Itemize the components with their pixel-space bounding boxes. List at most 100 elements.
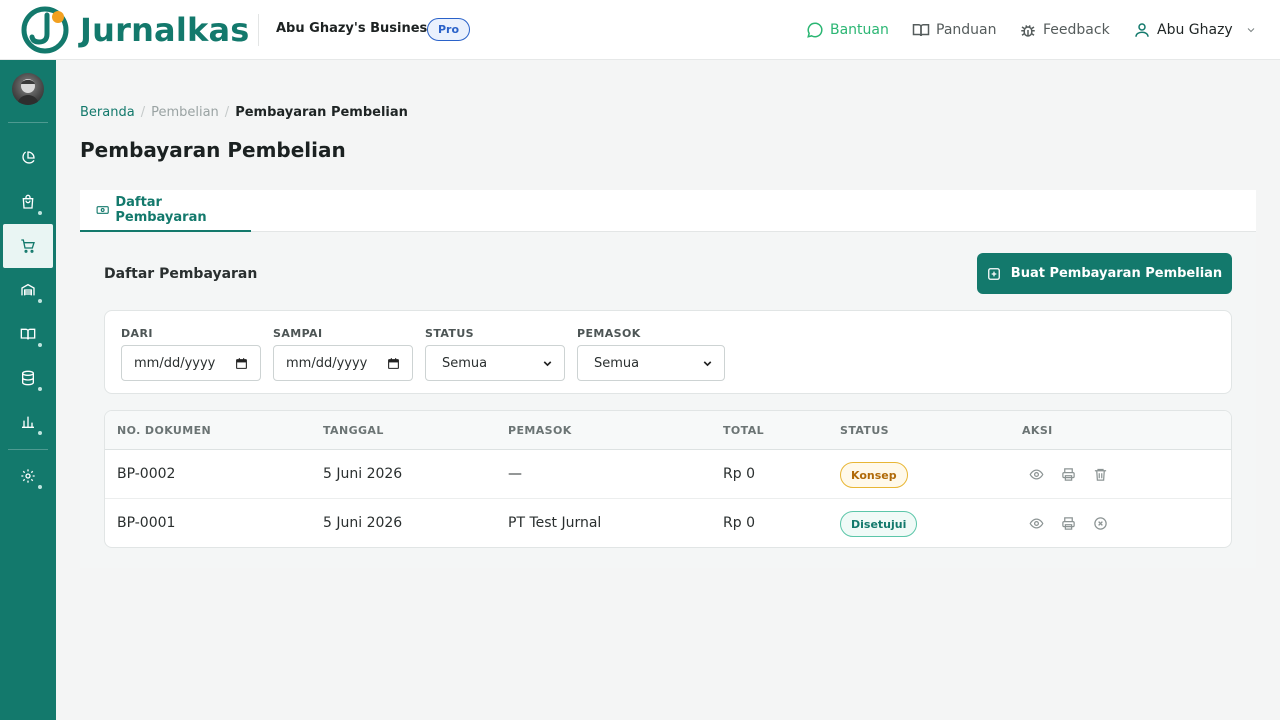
database-icon (22, 370, 34, 386)
table-row[interactable]: BP-0001 5 Juni 2026 PT Test Jurnal Rp 0 … (105, 499, 1231, 547)
from-date-label: DARI (121, 327, 153, 340)
cash-icon (96, 206, 109, 214)
print-button[interactable] (1060, 515, 1076, 531)
view-button[interactable] (1028, 466, 1044, 482)
sidebar-item-master-data[interactable] (3, 356, 53, 400)
guide-label: Panduan (936, 22, 997, 38)
create-payment-label: Buat Pembayaran Pembelian (1010, 266, 1223, 281)
void-button[interactable] (1092, 515, 1108, 531)
page-title: Pembayaran Pembelian (80, 138, 346, 162)
chevron-down-icon (1247, 28, 1255, 33)
chat-bubble-icon (807, 22, 823, 38)
shopping-bag-icon (22, 194, 34, 209)
sidebar-item-reports[interactable] (3, 400, 53, 444)
column-header-supplier[interactable]: PEMASOK (508, 424, 572, 437)
sidebar-divider (8, 122, 48, 123)
help-label: Bantuan (830, 22, 889, 38)
tab-bar: Daftar Pembayaran (80, 190, 1256, 232)
plan-badge: Pro (427, 18, 471, 41)
supplier-cell: PT Test Jurnal (508, 515, 602, 531)
pie-chart-icon (22, 151, 35, 164)
breadcrumb-home[interactable]: Beranda (80, 105, 135, 120)
sidebar-item-inventory[interactable] (3, 268, 53, 312)
submenu-dot (38, 485, 42, 489)
user-menu[interactable]: Abu Ghazy (1133, 18, 1257, 42)
supplier-select-value: Semua (594, 355, 640, 371)
date-cell: 5 Juni 2026 (323, 515, 403, 531)
x-circle-icon (1093, 516, 1107, 530)
supplier-select[interactable]: Semua (577, 345, 725, 381)
divider (258, 14, 259, 46)
total-cell: Rp 0 (723, 515, 755, 531)
table-row[interactable]: BP-0002 5 Juni 2026 — Rp 0 Konsep (105, 450, 1231, 499)
tab-label: Daftar Pembayaran (115, 195, 207, 225)
table-header: NO. DOKUMEN TANGGAL PEMASOK TOTAL STATUS… (105, 411, 1231, 450)
column-header-status[interactable]: STATUS (840, 424, 889, 437)
calendar-icon (388, 357, 399, 369)
create-payment-button[interactable]: Buat Pembayaran Pembelian (977, 253, 1232, 294)
column-header-date[interactable]: TANGGAL (323, 424, 384, 437)
filter-card: DARI mm/dd/yyyy SAMPAI mm/dd/yyyy STATUS… (104, 310, 1232, 394)
breadcrumb-separator: / (140, 105, 146, 120)
user-name: Abu Ghazy (1157, 22, 1233, 38)
status-select-value: Semua (442, 355, 488, 371)
sidebar-divider (8, 449, 48, 450)
submenu-dot (38, 343, 42, 347)
app-logo[interactable]: Jurnalkas (20, 5, 250, 55)
avatar[interactable] (12, 73, 44, 105)
status-filter-label: STATUS (425, 327, 474, 340)
feedback-link[interactable]: Feedback (1019, 18, 1110, 42)
printer-icon (1061, 516, 1075, 530)
sidebar (0, 60, 56, 720)
book-open-icon (912, 24, 930, 37)
bar-chart-icon (22, 416, 34, 428)
trash-icon (1094, 468, 1106, 481)
app-name: Jurnalkas (80, 11, 250, 49)
column-header-total[interactable]: TOTAL (723, 424, 764, 437)
date-cell: 5 Juni 2026 (323, 466, 403, 482)
printer-icon (1061, 467, 1075, 481)
calendar-icon (236, 357, 247, 369)
sidebar-item-journal[interactable] (3, 312, 53, 356)
tab-payment-list[interactable]: Daftar Pembayaran (80, 190, 251, 232)
delete-button[interactable] (1092, 466, 1108, 482)
to-date-input[interactable]: mm/dd/yyyy (273, 345, 413, 381)
from-date-placeholder: mm/dd/yyyy (134, 355, 216, 371)
guide-link[interactable]: Panduan (912, 18, 996, 42)
from-date-input[interactable]: mm/dd/yyyy (121, 345, 261, 381)
sidebar-item-dashboard[interactable] (3, 136, 53, 180)
sidebar-item-purchases[interactable] (3, 224, 53, 268)
supplier-filter-label: PEMASOK (577, 327, 641, 340)
plus-square-icon (987, 267, 1000, 280)
panel-title: Daftar Pembayaran (104, 266, 258, 282)
submenu-dot (38, 211, 42, 215)
column-header-doc-no[interactable]: NO. DOKUMEN (117, 424, 211, 437)
breadcrumb-parent[interactable]: Pembelian (151, 105, 219, 120)
eye-icon (1029, 517, 1043, 529)
top-bar: Jurnalkas Abu Ghazy's Business Pro Bantu… (0, 0, 1280, 60)
submenu-dot (38, 431, 42, 435)
to-date-placeholder: mm/dd/yyyy (286, 355, 368, 371)
status-select[interactable]: Semua (425, 345, 565, 381)
breadcrumb-current: Pembayaran Pembelian (235, 105, 408, 120)
business-name[interactable]: Abu Ghazy's Business (276, 21, 435, 36)
inventory-icon (21, 283, 35, 296)
doc-no-cell: BP-0001 (117, 515, 176, 531)
help-link[interactable]: Bantuan (806, 18, 889, 42)
print-button[interactable] (1060, 466, 1076, 482)
supplier-cell: — (508, 466, 522, 482)
doc-no-cell: BP-0002 (117, 466, 176, 482)
avatar-image (17, 79, 39, 105)
to-date-label: SAMPAI (273, 327, 323, 340)
sidebar-item-sales[interactable] (3, 180, 53, 224)
status-badge: Konsep (840, 462, 908, 488)
shopping-cart-icon (21, 239, 35, 253)
sidebar-item-settings[interactable] (3, 454, 53, 498)
breadcrumb-separator: / (224, 105, 230, 120)
chevron-down-icon (703, 360, 712, 366)
user-icon (1135, 23, 1149, 37)
eye-icon (1029, 468, 1043, 480)
view-button[interactable] (1028, 515, 1044, 531)
feedback-label: Feedback (1043, 22, 1110, 38)
submenu-dot (38, 387, 42, 391)
